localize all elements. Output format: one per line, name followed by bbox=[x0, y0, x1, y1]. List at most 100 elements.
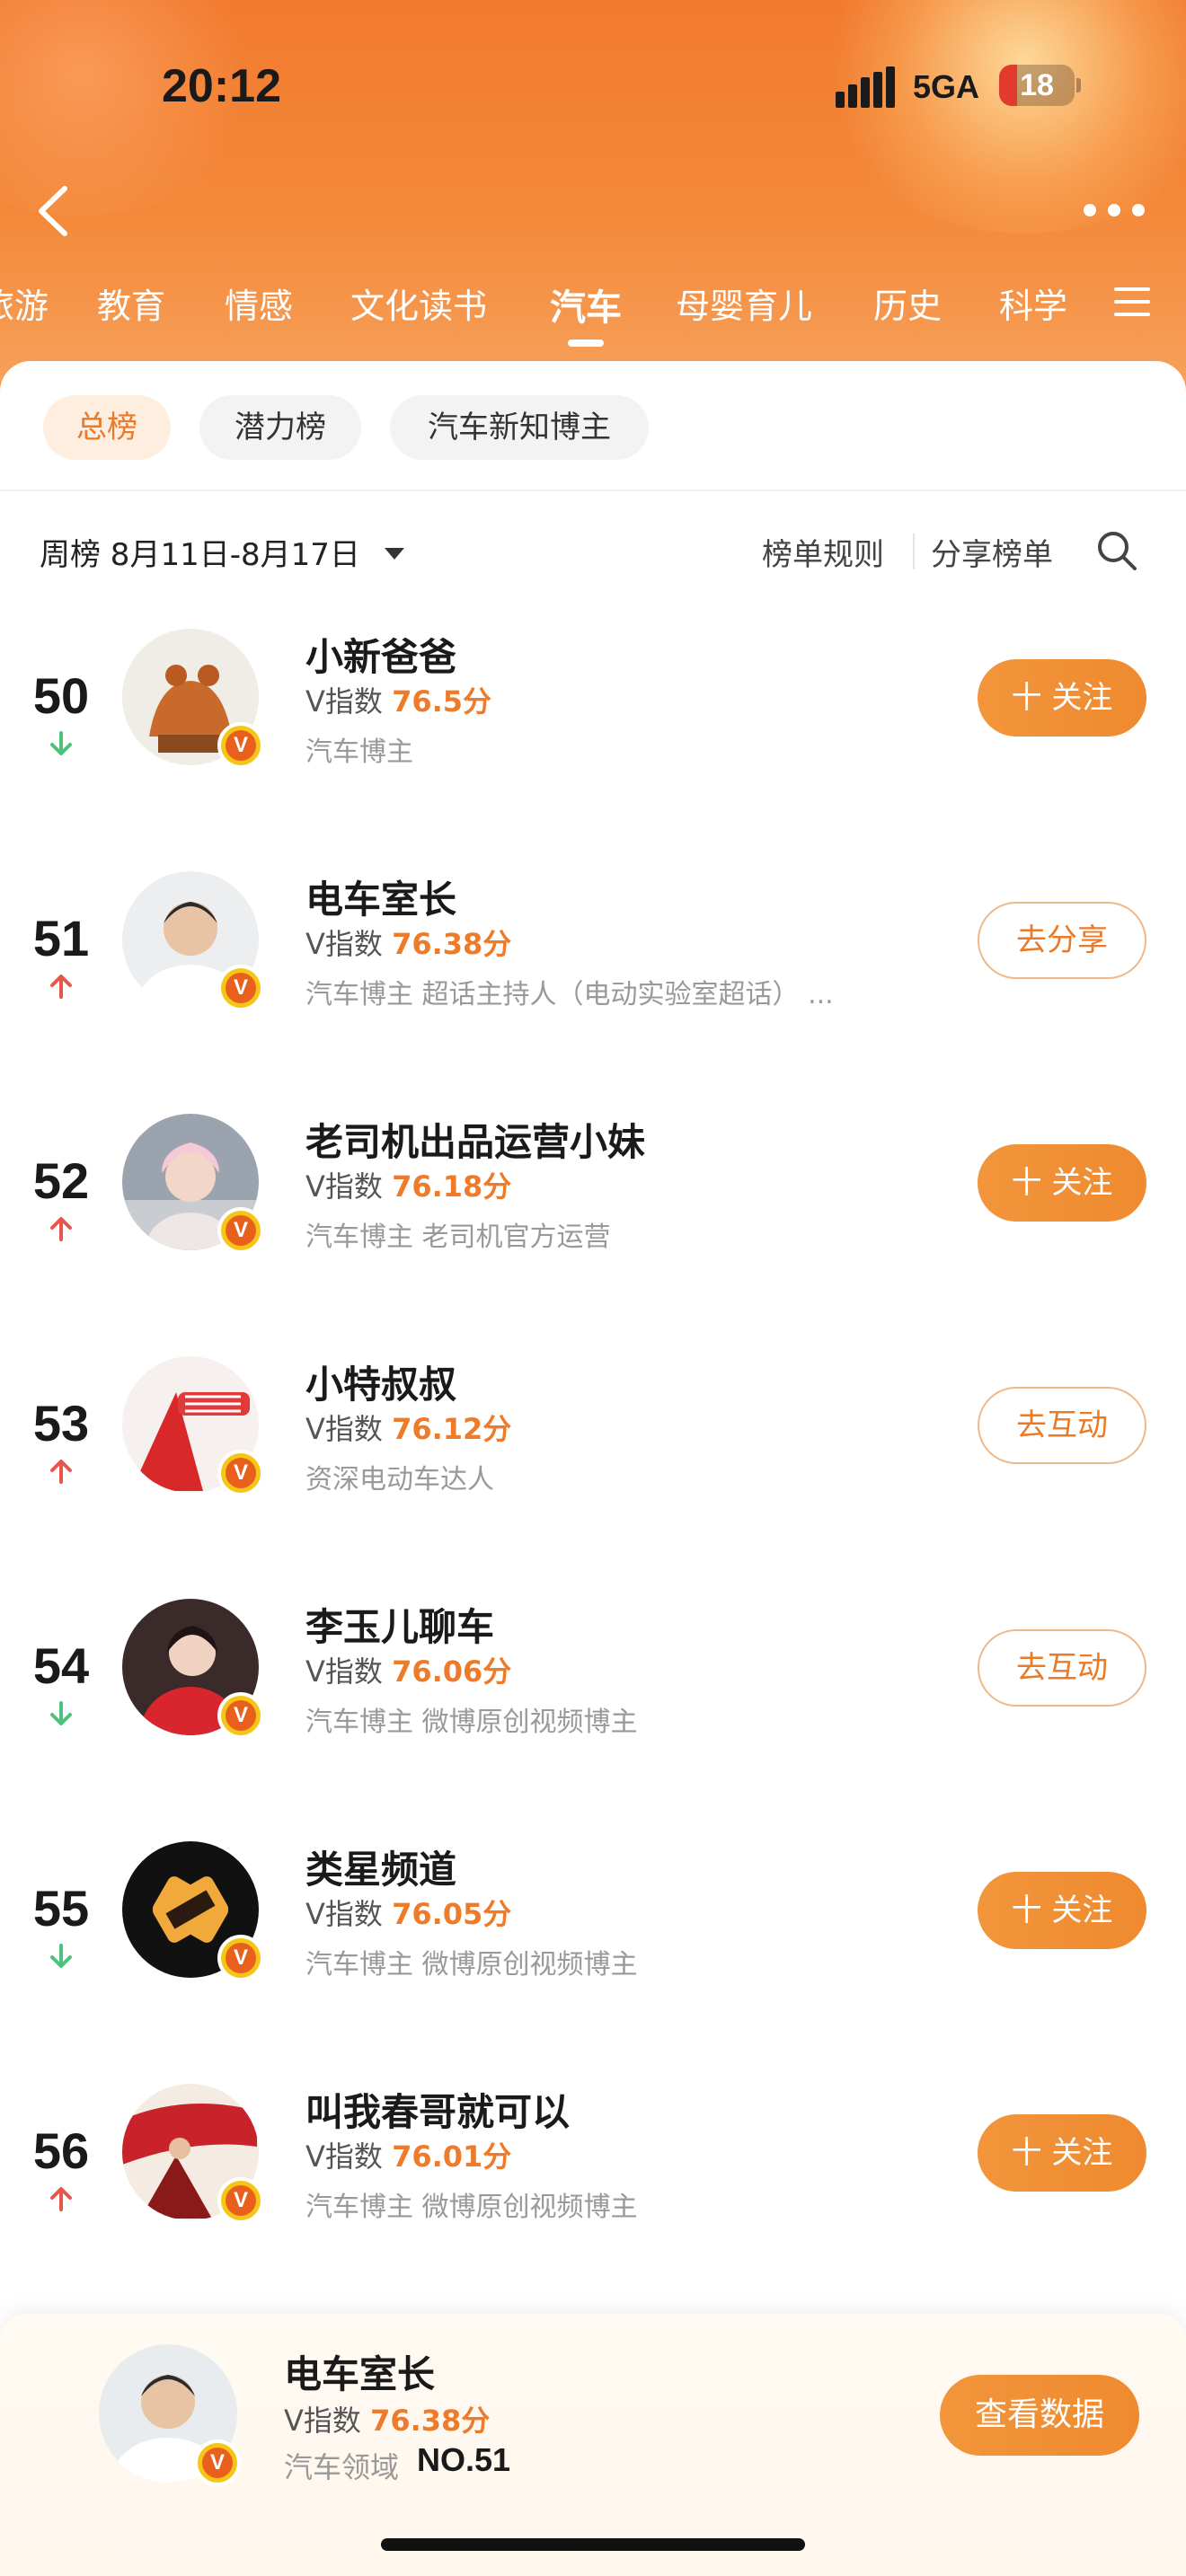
user-name[interactable]: 叫我春哥就可以 bbox=[305, 2082, 570, 2137]
rank-number: 52 bbox=[32, 1152, 90, 1209]
vindex-label: V指数 bbox=[305, 1169, 383, 1204]
share-link[interactable]: 分享榜单 bbox=[931, 530, 1053, 574]
menu-icon[interactable] bbox=[1114, 286, 1152, 318]
vindex-label: V指数 bbox=[305, 684, 383, 719]
vindex-score: 76.05分 bbox=[392, 1897, 512, 1931]
week-selector[interactable]: 周榜 8月11日-8月17日 bbox=[40, 530, 360, 574]
subtab-newcomer[interactable]: 汽车新知博主 bbox=[390, 395, 649, 460]
verified-badge-icon: V bbox=[217, 722, 264, 769]
user-name[interactable]: 老司机出品运营小妹 bbox=[305, 1112, 645, 1167]
rank-number: 51 bbox=[32, 910, 90, 966]
list-item[interactable]: 51 V 电车室长 V指数 76.38分汽车博主 超话主持人（电动实验室超话） ...… bbox=[0, 862, 1186, 1105]
vindex-label: V指数 bbox=[284, 2404, 361, 2438]
category-tab[interactable]: 情感 bbox=[225, 278, 293, 328]
follow-button[interactable]: 十 关注 bbox=[978, 1144, 1146, 1222]
vindex: V指数 76.18分 bbox=[305, 1164, 511, 1205]
user-description: 汽车博主 bbox=[305, 737, 413, 768]
chevron-left-icon bbox=[39, 186, 67, 236]
rank-number: 53 bbox=[32, 1395, 90, 1451]
battery-nub bbox=[1076, 78, 1081, 93]
battery-icon: 18 bbox=[999, 65, 1075, 106]
rank-number: 56 bbox=[32, 2122, 90, 2179]
category-tabs: 旅游 教育 情感 文化读书 汽车 母婴育儿 历史 科学 bbox=[0, 278, 1096, 350]
header-glow bbox=[809, 0, 1186, 234]
search-icon[interactable] bbox=[1094, 528, 1139, 573]
user-name[interactable]: 电车室长 bbox=[305, 869, 456, 924]
list-item[interactable]: 52 V 老司机出品运营小妹 V指数 76.18分 汽车博主 老司机官方运营 十 关注 bbox=[0, 1105, 1186, 1347]
user-description: 汽车博主 微博原创视频博主 bbox=[305, 1707, 638, 1738]
subtab-potential[interactable]: 潜力榜 bbox=[199, 395, 361, 460]
user-description: 汽车博主 微博原创视频博主 bbox=[305, 1949, 638, 1981]
my-name: 电车室长 bbox=[284, 2352, 436, 2396]
list-item[interactable]: 54 V 李玉儿聊车 V指数 76.06分 汽车博主 微博原创视频博主 去互动 bbox=[0, 1590, 1186, 1832]
rules-link[interactable]: 榜单规则 bbox=[762, 530, 884, 574]
user-name[interactable]: 李玉儿聊车 bbox=[305, 1597, 494, 1652]
home-indicator bbox=[381, 2538, 805, 2551]
verified-badge-icon: V bbox=[217, 1450, 264, 1496]
list-item[interactable]: 55 V 类星频道 V指数 76.05分 汽车博主 微博原创视频博主 十 关注 bbox=[0, 1832, 1186, 2075]
category-tab-active[interactable]: 汽车 bbox=[550, 278, 622, 331]
vindex: V指数 76.5分 bbox=[305, 679, 491, 720]
vindex: V指数 76.38分 bbox=[305, 922, 511, 963]
vindex-score: 76.38分 bbox=[370, 2404, 491, 2438]
follow-button[interactable]: 十 关注 bbox=[978, 2114, 1146, 2192]
action-button[interactable]: 去互动 bbox=[978, 1629, 1146, 1707]
list-item[interactable]: 53 V 小特叔叔 V指数 76.12分 资深电动车达人 去互动 bbox=[0, 1347, 1186, 1590]
vindex-label: V指数 bbox=[305, 927, 383, 961]
user-description: 汽车博主 老司机官方运营 bbox=[305, 1222, 611, 1253]
rank-number: 55 bbox=[32, 1880, 90, 1936]
network-label: 5GA bbox=[913, 68, 980, 105]
category-tab[interactable]: 教育 bbox=[97, 278, 165, 328]
list-item[interactable]: 50 V 小新爸爸 V指数 76.5分汽车博主 十 关注 bbox=[0, 620, 1186, 862]
divider bbox=[0, 490, 1186, 491]
category-tab[interactable]: 旅游 bbox=[0, 278, 49, 328]
back-button[interactable] bbox=[27, 180, 81, 243]
user-description: 汽车博主 微博原创视频博主 bbox=[305, 2192, 638, 2223]
link-separator bbox=[913, 534, 915, 569]
action-button[interactable]: 去分享 bbox=[978, 902, 1146, 979]
follow-button[interactable]: 十 关注 bbox=[978, 659, 1146, 737]
more-button[interactable] bbox=[1084, 199, 1146, 221]
arrow-up-icon bbox=[49, 1459, 74, 1484]
category-tab[interactable]: 历史 bbox=[873, 278, 942, 328]
vindex-label: V指数 bbox=[305, 1412, 383, 1446]
follow-button[interactable]: 十 关注 bbox=[978, 1872, 1146, 1949]
arrow-up-icon bbox=[49, 1216, 74, 1241]
arrow-down-icon bbox=[49, 1944, 74, 1969]
action-button[interactable]: 去互动 bbox=[978, 1387, 1146, 1464]
my-field: 汽车领域 bbox=[284, 2450, 400, 2484]
status-time: 20:12 bbox=[162, 60, 281, 112]
vindex-score: 76.18分 bbox=[392, 1169, 512, 1204]
subtab-total[interactable]: 总榜 bbox=[43, 395, 171, 460]
vindex-label: V指数 bbox=[305, 2139, 383, 2174]
rank-number: 50 bbox=[32, 667, 90, 724]
vindex-score: 76.06分 bbox=[392, 1654, 512, 1689]
view-data-button[interactable]: 查看数据 bbox=[940, 2375, 1139, 2456]
user-name[interactable]: 小特叔叔 bbox=[305, 1354, 456, 1409]
battery-level: 18 bbox=[1020, 68, 1054, 102]
category-tab[interactable]: 科学 bbox=[999, 278, 1067, 328]
active-tab-indicator bbox=[568, 340, 604, 347]
vindex-score: 76.12分 bbox=[392, 1412, 512, 1446]
my-vindex: V指数 76.38分 bbox=[284, 2398, 490, 2439]
vindex-label: V指数 bbox=[305, 1654, 383, 1689]
category-tab[interactable]: 母婴育儿 bbox=[676, 278, 812, 328]
verified-badge-icon: V bbox=[194, 2439, 241, 2486]
caret-down-icon bbox=[385, 548, 404, 560]
arrow-up-icon bbox=[49, 2186, 74, 2211]
vindex: V指数 76.06分 bbox=[305, 1649, 511, 1690]
signal-icon bbox=[836, 66, 898, 108]
vindex: V指数 76.01分 bbox=[305, 2134, 511, 2175]
arrow-up-icon bbox=[49, 974, 74, 999]
vindex-score: 76.38分 bbox=[392, 927, 512, 961]
verified-badge-icon: V bbox=[217, 965, 264, 1011]
vindex: V指数 76.12分 bbox=[305, 1407, 511, 1448]
verified-badge-icon: V bbox=[217, 1692, 264, 1739]
list-item[interactable]: 56 V 叫我春哥就可以 V指数 76.01分 汽车博主 微博原创视频博主 十 关注 bbox=[0, 2075, 1186, 2317]
user-name[interactable]: 小新爸爸 bbox=[305, 627, 456, 682]
my-rank: NO.51 bbox=[417, 2441, 511, 2478]
user-name[interactable]: 类星频道 bbox=[305, 1839, 456, 1894]
user-description: 汽车博主 超话主持人（电动实验室超话） ... bbox=[305, 979, 834, 1010]
arrow-down-icon bbox=[49, 1701, 74, 1726]
category-tab[interactable]: 文化读书 bbox=[350, 278, 487, 328]
